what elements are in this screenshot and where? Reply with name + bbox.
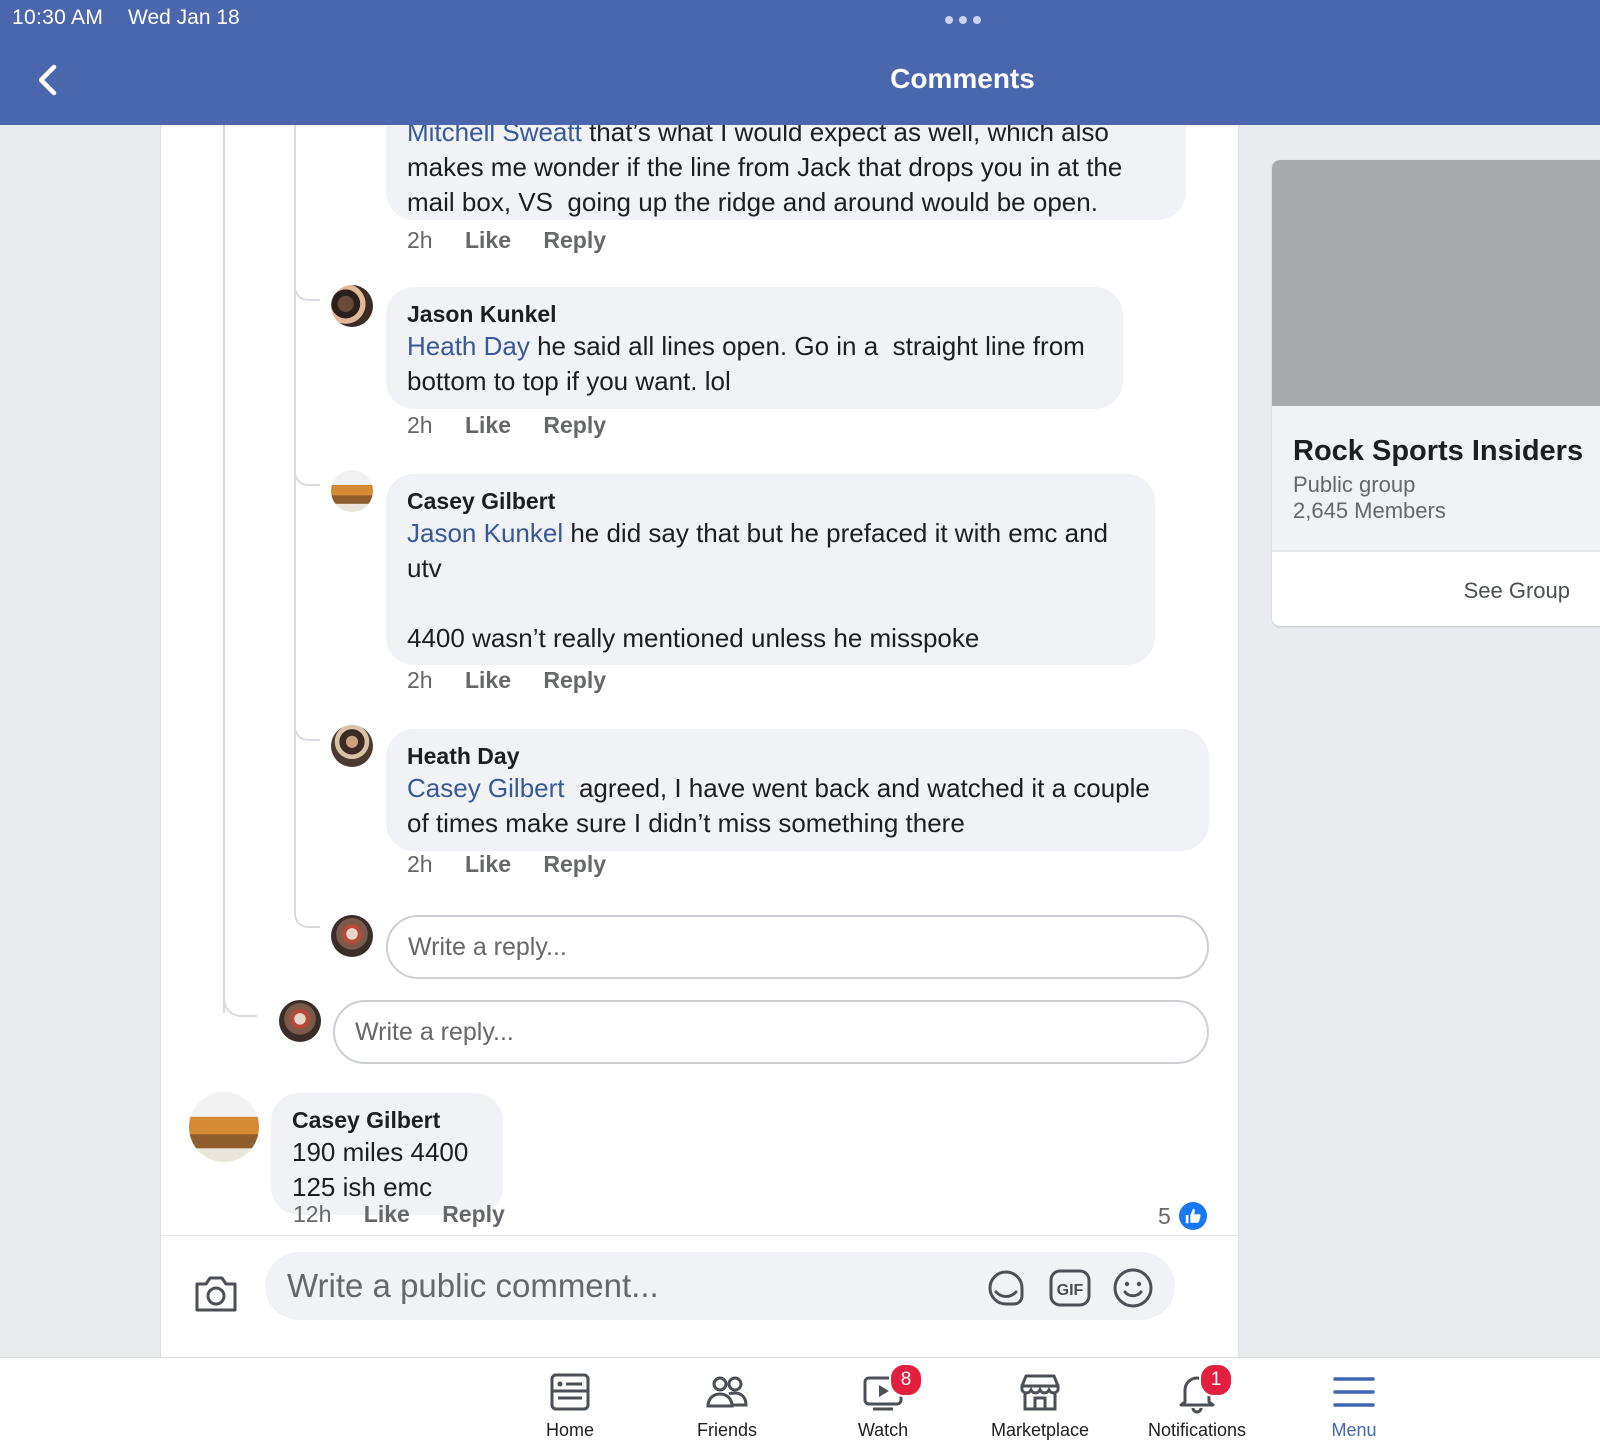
hamburger-menu-icon — [1333, 1377, 1375, 1407]
nav-label: Friends — [696, 1420, 758, 1440]
marketplace-store-icon — [1020, 1374, 1060, 1411]
thread-connector — [294, 275, 320, 301]
avatar — [279, 1000, 321, 1042]
group-cover-image[interactable] — [1272, 160, 1600, 406]
status-time: 10:30 AM — [12, 6, 104, 29]
comment-author[interactable]: Jason Kunkel — [407, 299, 1102, 329]
status-date: Wed Jan 18 — [128, 6, 240, 29]
reply-button[interactable]: Reply — [543, 667, 606, 693]
camera-icon[interactable] — [193, 1272, 239, 1314]
group-type: Public group — [1293, 472, 1416, 497]
nav-label: Watch — [857, 1420, 909, 1440]
reply-button[interactable]: Reply — [543, 227, 606, 253]
thread-connector — [294, 460, 320, 486]
comment-author[interactable]: Heath Day — [407, 741, 1188, 771]
comment-bubble: Jason Kunkel Heath Day he said all lines… — [386, 287, 1123, 409]
group-card: Rock Sports Insiders Public group 2,645 … — [1272, 160, 1600, 626]
comment-text: makes me wonder if the line from Jack th… — [407, 152, 1123, 217]
avatar[interactable] — [189, 1092, 259, 1162]
top-bar: 10:30 AM Wed Jan 18 Comments — [0, 0, 1600, 125]
comment-meta: 2h Like Reply — [407, 667, 632, 694]
mention-link[interactable]: Mitchell Sweatt — [407, 125, 582, 147]
reaction-count: 5 — [1158, 1202, 1171, 1229]
reply-input[interactable]: Write a reply... — [386, 915, 1209, 979]
comment-bubble: Casey Gilbert 190 miles 4400 125 ish emc — [271, 1093, 503, 1215]
comment-time: 2h — [407, 412, 433, 438]
comment-time: 2h — [407, 667, 433, 693]
comment-author[interactable]: Casey Gilbert — [292, 1105, 482, 1135]
see-group-button[interactable]: See Group — [1464, 578, 1570, 604]
comment-meta: 2h Like Reply — [407, 412, 632, 439]
mention-link[interactable]: Heath Day — [407, 331, 530, 361]
nav-home[interactable]: Home — [500, 1358, 640, 1446]
gif-icon[interactable]: GIF — [1048, 1266, 1092, 1310]
bottom-navigation: Home Friends 8 Watch Marketplace 1 Notif… — [0, 1357, 1600, 1446]
avatar — [331, 915, 373, 957]
friends-icon — [706, 1376, 748, 1408]
reaction-summary[interactable]: 5 — [1158, 1202, 1207, 1230]
comment-time: 2h — [407, 851, 433, 877]
nav-friends[interactable]: Friends — [657, 1358, 797, 1446]
comment-author[interactable]: Casey Gilbert — [407, 486, 1134, 516]
avatar[interactable] — [331, 725, 373, 767]
like-button[interactable]: Like — [465, 412, 511, 438]
divider — [1272, 550, 1600, 552]
comment-time: 12h — [293, 1201, 332, 1227]
comment-composer: Write a public comment... GIF — [161, 1235, 1238, 1357]
svg-text:GIF: GIF — [1057, 1282, 1084, 1299]
like-button[interactable]: Like — [465, 851, 511, 877]
avatar[interactable] — [331, 470, 373, 512]
comment-meta: 12h Like Reply — [293, 1201, 531, 1228]
nav-watch[interactable]: 8 Watch — [813, 1358, 953, 1446]
avatar[interactable] — [331, 285, 373, 327]
like-button[interactable]: Like — [465, 667, 511, 693]
like-button[interactable]: Like — [364, 1201, 410, 1227]
comment-bubble: Mitchell Sweatt that’s what I would expe… — [386, 125, 1186, 220]
public-comment-input[interactable]: Write a public comment... — [265, 1252, 1175, 1320]
thread-connector — [223, 983, 257, 1017]
like-button[interactable]: Like — [465, 227, 511, 253]
comment-meta: 2h Like Reply — [407, 227, 632, 254]
page-title: Comments — [890, 63, 1035, 94]
emoji-icon[interactable] — [1111, 1266, 1155, 1310]
comment-text: 190 miles 4400 125 ish emc — [292, 1137, 469, 1202]
reply-input[interactable]: Write a reply... — [333, 1000, 1209, 1064]
watch-badge: 8 — [889, 1363, 923, 1397]
nav-label: Menu — [1331, 1420, 1377, 1440]
comment-body: Jason Kunkel he did say that but he pref… — [407, 516, 1134, 656]
mention-link[interactable]: Jason Kunkel — [407, 518, 563, 548]
mention-link[interactable]: Casey Gilbert — [407, 773, 565, 803]
comment-body: Casey Gilbert agreed, I have went back a… — [407, 771, 1188, 841]
group-member-count: 2,645 Members — [1293, 498, 1446, 523]
nav-menu[interactable]: Menu — [1284, 1358, 1424, 1446]
reply-button[interactable]: Reply — [543, 412, 606, 438]
comment-partial-text: that’s what I would expect as well, whic… — [581, 125, 1109, 147]
thread-connector — [294, 715, 320, 741]
comment-partial-line: Mitchell Sweatt that’s what I would expe… — [407, 125, 1165, 150]
reply-button[interactable]: Reply — [543, 851, 606, 877]
comment-body: Heath Day he said all lines open. Go in … — [407, 329, 1102, 399]
home-feed-icon — [550, 1373, 590, 1411]
nav-label: Marketplace — [990, 1420, 1090, 1440]
sticker-icon[interactable] — [984, 1266, 1028, 1310]
comment-bubble: Heath Day Casey Gilbert agreed, I have w… — [386, 729, 1209, 851]
thread-connector — [294, 902, 320, 928]
nav-marketplace[interactable]: Marketplace — [970, 1358, 1110, 1446]
nav-notifications[interactable]: 1 Notifications — [1127, 1358, 1267, 1446]
comment-time: 2h — [407, 227, 433, 253]
comment-bubble: Casey Gilbert Jason Kunkel he did say th… — [386, 474, 1155, 665]
nav-label: Home — [545, 1420, 594, 1440]
thread-line — [294, 125, 296, 905]
thumbs-up-icon — [1178, 1202, 1207, 1230]
multitasking-dots-icon[interactable] — [942, 11, 984, 29]
comments-panel: Mitchell Sweatt that’s what I would expe… — [160, 125, 1239, 1357]
group-name[interactable]: Rock Sports Insiders — [1293, 435, 1583, 468]
comment-meta: 2h Like Reply — [407, 851, 632, 878]
notifications-badge: 1 — [1199, 1363, 1233, 1397]
thread-line — [223, 125, 225, 1013]
reply-button[interactable]: Reply — [442, 1201, 505, 1227]
nav-label: Notifications — [1147, 1420, 1247, 1440]
